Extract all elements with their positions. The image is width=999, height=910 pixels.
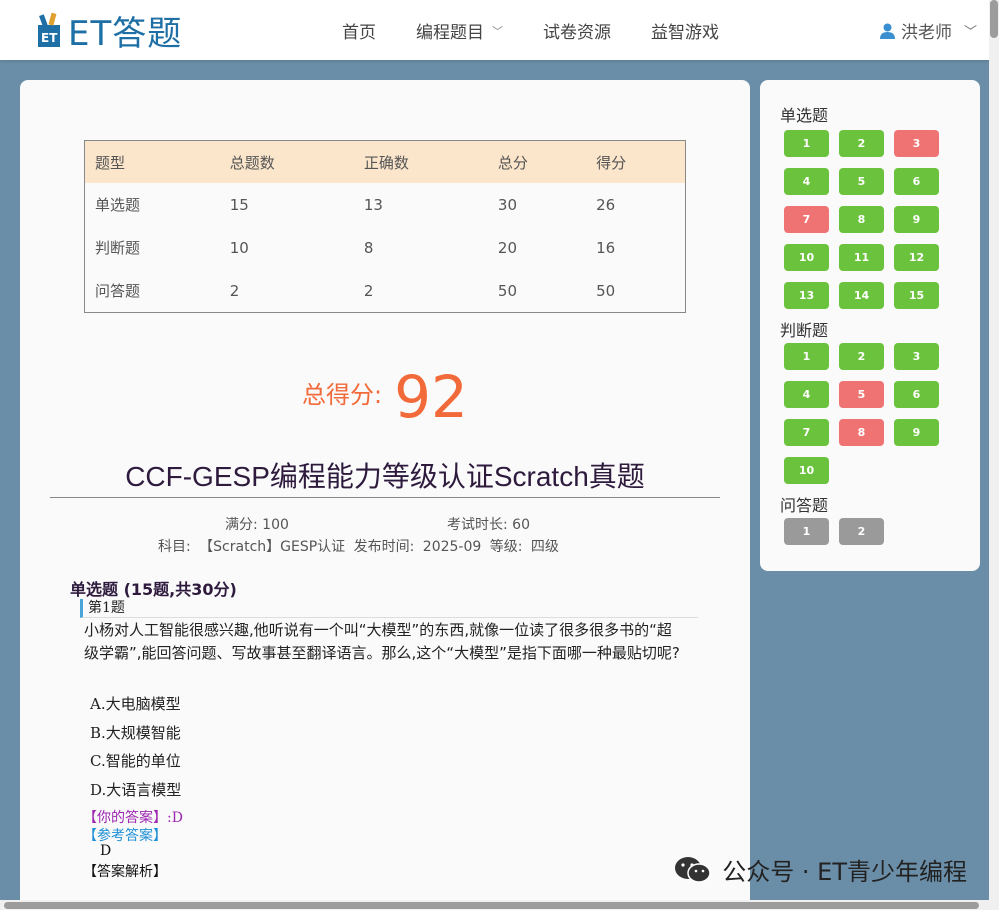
wechat-icon xyxy=(675,856,712,883)
single-choice-question-button-1[interactable]: 1 xyxy=(784,130,829,157)
single-choice-question-button-12[interactable]: 12 xyxy=(894,244,939,271)
table-cell: 13 xyxy=(363,195,383,214)
answer-sheet: 单选题 1 2 3 4 5 6 7 8 9 10 11 12 13 14 15 判断题 1234567891… xyxy=(760,80,980,571)
nav-programming-label: 编程题目 xyxy=(416,23,484,43)
top-header: ET ET答题 首页 编程题目 ﹀ 试卷资源 益智游戏 洪老师 ﹀ xyxy=(0,0,999,60)
table-cell: 50 xyxy=(497,281,518,300)
main-nav: 首页 编程题目 ﹀ 试卷资源 益智游戏 xyxy=(342,18,759,43)
table-row: 问答题 2 2 50 50 xyxy=(85,269,686,313)
table-row: 判断题 10 8 20 16 xyxy=(85,226,686,269)
option-c: C.智能的单位 xyxy=(90,752,181,770)
option-a: A.大电脑模型 xyxy=(90,695,181,713)
true-false-question-button-7[interactable]: 7 xyxy=(784,419,829,446)
single-choice-question-button-15[interactable]: 15 xyxy=(894,282,939,309)
single-choice-question-button-14[interactable]: 14 xyxy=(839,282,884,309)
user-name: 洪老师 xyxy=(900,23,952,43)
table-row: 单选题 15 13 30 26 xyxy=(85,183,686,226)
watermark-text: 公众号 · ET青少年编程 xyxy=(722,858,967,886)
qa-heading: 问答题 xyxy=(780,496,829,515)
table-cell: 8 xyxy=(363,238,374,257)
question-number: 第1题 xyxy=(80,599,698,618)
table-cell: 20 xyxy=(497,238,518,257)
single-choice-question-button-10[interactable]: 10 xyxy=(784,244,829,271)
single-choice-heading: 单选题 xyxy=(780,106,829,125)
nav-home[interactable]: 首页 xyxy=(342,18,376,43)
table-cell: 26 xyxy=(596,195,616,214)
vertical-scrollbar-thumb[interactable] xyxy=(990,0,998,38)
exam-info: 科目: 【Scratch】GESP认证 发布时间: 2025-09 等级: 四级 xyxy=(158,539,559,555)
true-false-question-button-8[interactable]: 8 xyxy=(839,419,884,446)
column-header: 题型 xyxy=(84,140,220,183)
vertical-scrollbar[interactable] xyxy=(989,0,999,910)
result-panel: 题型 总题数 正确数 总分 得分 单选题 15 13 30 26 判断题 10 … xyxy=(20,80,750,910)
single-choice-question-button-11[interactable]: 11 xyxy=(839,244,884,271)
question-text: 小杨对人工智能很感兴趣,他听说有一个叫“大模型”的东西,就像一位读了很多很多书的… xyxy=(84,621,680,662)
section-title: 单选题 (15题,共30分) xyxy=(70,580,237,599)
your-answer: 【你的答案】:D xyxy=(83,810,183,826)
true-false-question-button-9[interactable]: 9 xyxy=(894,419,939,446)
chevron-down-icon: ﹀ xyxy=(492,24,503,38)
logo[interactable]: ET ET答题 xyxy=(36,8,183,54)
true-false-question-button-2[interactable]: 2 xyxy=(839,343,884,370)
table-cell: 10 xyxy=(229,238,249,257)
total-score-value: 92 xyxy=(394,363,468,431)
qa-question-button-1[interactable]: 1 xyxy=(784,518,829,545)
single-choice-question-button-2[interactable]: 2 xyxy=(839,130,884,157)
table-cell: 2 xyxy=(363,281,374,300)
true-false-question-button-4[interactable]: 4 xyxy=(784,381,829,408)
table-cell: 2 xyxy=(229,281,240,300)
option-d: D.大语言模型 xyxy=(90,781,182,799)
total-score-label: 总得分: xyxy=(302,381,383,409)
total-score: 总得分: 92 xyxy=(20,363,750,431)
horizontal-scrollbar-thumb[interactable] xyxy=(4,902,979,909)
qa-question-button-2[interactable]: 2 xyxy=(839,518,884,545)
exam-title: CCF-GESP编程能力等级认证Scratch真题 xyxy=(50,455,720,498)
column-header: 总分 xyxy=(487,140,587,183)
reference-answer-label: 【参考答案】 xyxy=(83,828,167,844)
single-choice-question-button-6[interactable]: 6 xyxy=(894,168,939,195)
table-cell: 单选题 xyxy=(95,196,141,214)
answer-analysis-label: 【答案解析】 xyxy=(83,864,167,880)
nav-games[interactable]: 益智游戏 xyxy=(651,18,719,43)
score-summary-table: 题型 总题数 正确数 总分 得分 单选题 15 13 30 26 判断题 10 … xyxy=(84,140,686,313)
logo-text: ET答题 xyxy=(68,13,183,54)
user-icon xyxy=(879,23,895,39)
exam-duration: 考试时长: 60 xyxy=(447,517,530,533)
table-header-row: 题型 总题数 正确数 总分 得分 xyxy=(84,140,686,183)
true-false-heading: 判断题 xyxy=(780,321,829,340)
true-false-question-button-1[interactable]: 1 xyxy=(784,343,829,370)
user-menu[interactable]: 洪老师 ﹀ xyxy=(879,18,977,43)
logo-icon: ET xyxy=(38,12,60,47)
table-cell: 问答题 xyxy=(95,282,141,300)
table-cell: 50 xyxy=(596,281,616,300)
true-false-question-button-6[interactable]: 6 xyxy=(894,381,939,408)
table-cell: 15 xyxy=(229,195,249,214)
reference-answer-value: D xyxy=(100,843,112,859)
single-choice-question-button-5[interactable]: 5 xyxy=(839,168,884,195)
chevron-down-icon: ﹀ xyxy=(963,25,977,40)
true-false-question-button-3[interactable]: 3 xyxy=(894,343,939,370)
column-header: 总题数 xyxy=(219,140,354,183)
true-false-question-button-5[interactable]: 5 xyxy=(839,381,884,408)
column-header: 得分 xyxy=(586,140,686,183)
true-false-question-button-10[interactable]: 10 xyxy=(784,457,829,484)
horizontal-scrollbar[interactable] xyxy=(0,900,989,910)
nav-papers[interactable]: 试卷资源 xyxy=(543,18,611,43)
svg-text:ET: ET xyxy=(41,31,58,45)
single-choice-question-button-7[interactable]: 7 xyxy=(784,206,829,233)
option-b: B.大规模智能 xyxy=(90,724,181,742)
nav-programming[interactable]: 编程题目 ﹀ xyxy=(416,18,503,43)
single-choice-question-button-3[interactable]: 3 xyxy=(894,130,939,157)
column-header: 正确数 xyxy=(353,140,488,183)
single-choice-question-button-13[interactable]: 13 xyxy=(784,282,829,309)
table-cell: 16 xyxy=(596,238,616,257)
full-marks: 满分: 100 xyxy=(225,517,289,533)
table-cell: 30 xyxy=(497,195,518,214)
watermark: 公众号 · ET青少年编程 xyxy=(674,852,967,887)
table-cell: 判断题 xyxy=(95,239,141,257)
single-choice-question-button-9[interactable]: 9 xyxy=(894,206,939,233)
single-choice-question-button-4[interactable]: 4 xyxy=(784,168,829,195)
single-choice-question-button-8[interactable]: 8 xyxy=(839,206,884,233)
